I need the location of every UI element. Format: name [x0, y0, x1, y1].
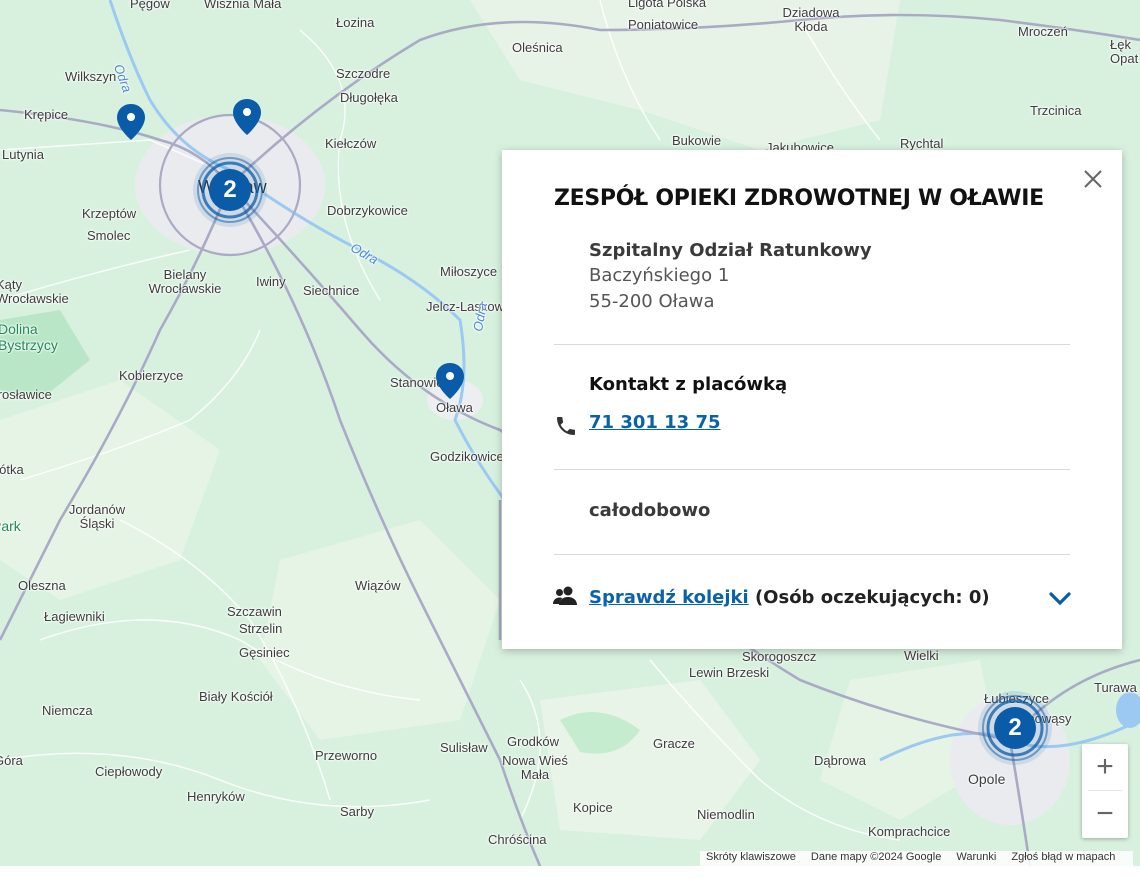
- place-label: Rychtal: [900, 136, 944, 151]
- place-label: Dąbrowa: [814, 753, 867, 768]
- place-label: Oława: [436, 400, 473, 415]
- marker-cluster[interactable]: 2: [192, 152, 268, 228]
- location-pin-icon[interactable]: [116, 103, 146, 141]
- place-label: Trzcinica: [1030, 103, 1082, 118]
- place-label: Przeworno: [315, 748, 378, 763]
- marker-cluster[interactable]: 2: [977, 690, 1053, 766]
- map-attribution: Skróty klawiszowe Dane mapy ©2024 Google…: [700, 851, 1134, 867]
- facility-title: ZESPÓŁ OPIEKI ZDROWOTNEJ W OŁAWIE: [554, 186, 1044, 211]
- cluster-count: 2: [223, 176, 237, 203]
- place-label: Biały Kościół: [199, 689, 273, 704]
- map-data-credit: Dane mapy ©2024 Google: [810, 851, 942, 863]
- place-label: Ciepłowody: [95, 764, 163, 779]
- place-label: Dobrzykowice: [327, 203, 408, 218]
- location-pin-icon[interactable]: [232, 98, 262, 136]
- divider: [554, 469, 1070, 470]
- place-label: Kiełczów: [325, 136, 377, 151]
- place-label: Łozina: [336, 15, 375, 30]
- cluster-count: 2: [1008, 714, 1022, 741]
- place-label: Gracze: [653, 736, 695, 751]
- place-label: Nowa Wieś Mała: [502, 753, 568, 782]
- place-label: Długołęka: [340, 90, 398, 105]
- opening-hours: całodobowo: [589, 500, 711, 521]
- keyboard-shortcuts-link[interactable]: Skróty klawiszowe: [706, 851, 796, 863]
- place-label: Łęk Opat: [1110, 37, 1139, 66]
- place-label: Komprachcice: [868, 824, 951, 839]
- place-label: Chróścina: [488, 832, 547, 847]
- contact-heading: Kontakt z placówką: [589, 374, 788, 395]
- place-label: Iwiny: [256, 274, 286, 289]
- place-label: Opole: [968, 771, 1006, 787]
- place-label: Mirosławice: [0, 387, 52, 402]
- place-label: Bielany Wrocławskie: [148, 267, 222, 296]
- place-label: Strzelin: [239, 621, 283, 636]
- place-label: Niemodlin: [697, 807, 755, 822]
- page-bottom-strip: [0, 866, 1140, 878]
- place-label: Ligota Polska: [628, 0, 707, 10]
- close-icon[interactable]: [1080, 166, 1106, 192]
- terms-link[interactable]: Warunki: [956, 851, 996, 863]
- place-label: Góra: [0, 753, 23, 768]
- divider: [554, 554, 1070, 555]
- zoom-controls: + −: [1082, 744, 1128, 838]
- place-label: Godzikowice: [430, 449, 504, 464]
- place-label: Siechnice: [303, 283, 360, 298]
- place-label: Krzeptów: [82, 206, 137, 221]
- place-label: Oleszna: [18, 578, 66, 593]
- divider: [554, 344, 1070, 345]
- place-label: Turawa: [1094, 680, 1137, 695]
- place-label: Mroczeń: [1018, 24, 1068, 39]
- place-label: Miłoszyce: [440, 264, 498, 279]
- zoom-out-button[interactable]: −: [1082, 791, 1128, 837]
- people-icon: [553, 586, 577, 605]
- place-label: Sulisław: [440, 740, 488, 755]
- park-label: Dolina Bystrzycy: [0, 321, 58, 353]
- place-label: Szczodre: [336, 66, 391, 81]
- place-label: Wiązów: [355, 578, 401, 593]
- park-label: Park: [0, 518, 21, 534]
- place-label: Dziadowa Kłoda: [782, 5, 840, 34]
- place-label: Wilkszyn: [65, 69, 117, 84]
- department-name: Szpitalny Odział Ratunkowy: [589, 240, 872, 261]
- address-city: 55-200 Oława: [589, 291, 715, 312]
- waiting-count: (Osób oczekujących: 0): [754, 587, 990, 608]
- place-label: Lutynia: [2, 147, 44, 162]
- place-label: Kąty Wrocławskie: [0, 277, 69, 306]
- phone-link[interactable]: 71 301 13 75: [589, 412, 721, 433]
- place-label: Wielki: [904, 648, 939, 663]
- place-label: Lewin Brzeski: [689, 665, 770, 680]
- place-label: Krępice: [24, 107, 69, 122]
- place-label: Henryków: [187, 789, 245, 804]
- place-label: Kopice: [573, 800, 613, 815]
- chevron-down-icon[interactable]: [1048, 590, 1072, 608]
- place-label: Skorogoszcz: [742, 649, 817, 664]
- place-label: Łagiewniki: [44, 609, 105, 624]
- zoom-in-button[interactable]: +: [1082, 744, 1128, 790]
- place-label: Smolec: [87, 228, 131, 243]
- place-label: Bukowie: [672, 133, 722, 148]
- queue-info: Sprawdź kolejki (Osób oczekujących: 0): [589, 587, 990, 608]
- place-label: Jordanów Śląski: [68, 502, 126, 531]
- place-label: Oleśnica: [512, 40, 563, 55]
- place-label: Szczawin: [227, 604, 282, 619]
- phone-icon: [557, 417, 575, 435]
- place-label: Niemcza: [42, 703, 93, 718]
- place-label: Wisznia Mała: [204, 0, 282, 11]
- address-street: Baczyńskiego 1: [589, 265, 730, 286]
- place-label: Poniatowice: [628, 17, 699, 32]
- place-label: Gęsiniec: [239, 645, 290, 660]
- place-label: Pęgów: [130, 0, 170, 11]
- place-label: Sobótka: [0, 462, 24, 477]
- check-queues-link[interactable]: Sprawdź kolejki: [589, 587, 749, 608]
- location-pin-icon[interactable]: [435, 362, 465, 400]
- place-label: Kobierzyce: [119, 368, 184, 383]
- place-label: Sarby: [340, 804, 374, 819]
- report-error-link[interactable]: Zgłoś błąd w mapach: [1011, 851, 1115, 863]
- facility-info-window: ZESPÓŁ OPIEKI ZDROWOTNEJ W OŁAWIE Szpita…: [502, 150, 1122, 649]
- place-label: Grodków: [507, 734, 560, 749]
